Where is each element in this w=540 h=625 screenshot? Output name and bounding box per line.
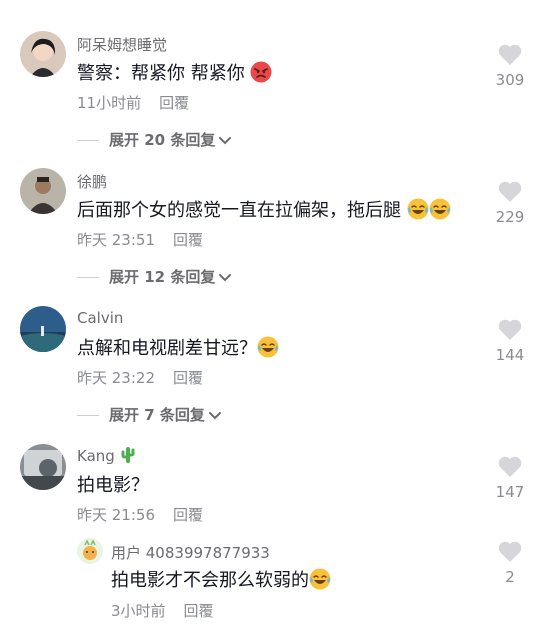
chevron-down-icon	[219, 136, 232, 144]
avatar[interactable]	[77, 538, 103, 564]
username[interactable]: 徐鹏	[77, 171, 107, 192]
expand-replies-button[interactable]: 展开 20 条回复	[77, 129, 232, 150]
laughing-tears-icon	[309, 568, 331, 590]
expand-replies-button[interactable]: 展开 12 条回复	[77, 266, 232, 287]
reply-button[interactable]: 回覆	[173, 506, 203, 524]
laughing-tears-icon	[429, 198, 451, 220]
comment-text: 警察：帮紧你 帮紧你	[77, 59, 272, 85]
heart-icon	[498, 319, 522, 340]
comment-text: 后面那个女的感觉一直在拉偏架，拖后腿	[77, 196, 451, 222]
like-button[interactable]: 147	[490, 456, 530, 501]
angry-face-icon	[250, 61, 272, 83]
laughing-tears-icon	[407, 198, 429, 220]
reply-button[interactable]: 回覆	[173, 231, 203, 249]
like-button[interactable]: 229	[490, 181, 530, 226]
like-button[interactable]: 144	[490, 319, 530, 364]
like-count: 147	[495, 483, 525, 501]
timestamp: 3小时前	[111, 602, 166, 620]
timestamp: 昨天 23:51	[77, 231, 155, 249]
like-count: 2	[505, 568, 515, 586]
expand-replies-button[interactable]: 展开 7 条回复	[77, 404, 222, 425]
comment-meta: 昨天 23:51 回覆	[77, 229, 203, 250]
comment-meta: 11小时前 回覆	[77, 92, 189, 113]
avatar[interactable]	[20, 168, 66, 214]
comment-meta: 3小时前 回覆	[111, 600, 214, 621]
cactus-icon	[121, 447, 135, 463]
username[interactable]: Calvin	[77, 309, 123, 327]
avatar[interactable]	[20, 444, 66, 490]
reply-button[interactable]: 回覆	[184, 602, 214, 620]
username[interactable]: Kang	[77, 446, 136, 465]
chevron-down-icon	[219, 273, 232, 281]
heart-icon	[498, 181, 522, 202]
laughing-tears-icon	[257, 336, 279, 358]
comment-text: 拍电影？	[77, 475, 149, 496]
like-button[interactable]: 2	[490, 541, 530, 586]
reply-button[interactable]: 回覆	[173, 369, 203, 387]
divider	[77, 415, 99, 416]
divider	[77, 140, 99, 141]
username[interactable]: 阿呆姆想睡觉	[77, 34, 167, 55]
chevron-down-icon	[208, 411, 221, 419]
heart-icon	[498, 456, 522, 477]
like-count: 229	[495, 208, 525, 226]
heart-icon	[498, 44, 522, 65]
timestamp: 昨天 23:22	[77, 369, 155, 387]
like-count: 309	[495, 71, 525, 89]
avatar[interactable]	[20, 306, 66, 352]
like-count: 144	[495, 346, 525, 364]
comment-text: 拍电影才不会那么软弱的	[111, 566, 331, 592]
divider	[77, 277, 99, 278]
timestamp: 昨天 21:56	[77, 506, 155, 524]
timestamp: 11小时前	[77, 94, 142, 112]
heart-icon	[498, 541, 522, 562]
comment-text: 点解和电视剧差甘远？	[77, 334, 279, 360]
username[interactable]: 用户 4083997877933	[111, 542, 270, 563]
comment-meta: 昨天 21:56 回覆	[77, 504, 203, 525]
like-button[interactable]: 309	[490, 44, 530, 89]
avatar[interactable]	[20, 31, 66, 77]
comment-meta: 昨天 23:22 回覆	[77, 367, 203, 388]
reply-button[interactable]: 回覆	[159, 94, 189, 112]
